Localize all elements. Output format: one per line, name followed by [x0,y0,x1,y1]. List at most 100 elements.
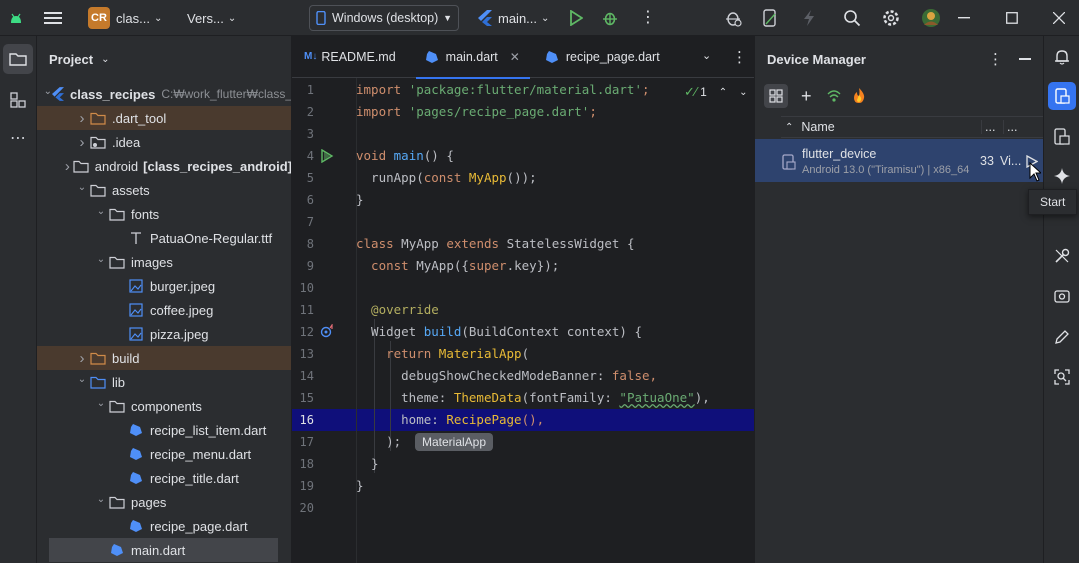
tree-item[interactable]: › android [class_recipes_android] [37,154,291,178]
pencil-icon[interactable] [1054,329,1070,348]
tree-item-label: coffee.jpeg [150,302,214,318]
sort-asc-icon[interactable]: ⌃ [785,122,793,133]
inspection-widget[interactable]: ✓⁄ 1 ⌃ ⌄ [684,84,748,100]
tab-recipe-page[interactable]: recipe_page.dart [536,36,670,78]
line-number: 8 [306,237,314,251]
run-icon[interactable] [569,0,587,36]
device-selector[interactable]: Windows (desktop) ▼ [309,5,459,31]
panel-options-icon[interactable]: ⋮ [988,50,1003,68]
chevron-down-icon[interactable]: ⌄ [739,87,747,98]
group-view-button[interactable] [764,84,788,108]
folder-icon [109,255,125,269]
run-config-selector[interactable]: main... ⌄ [478,0,553,36]
tree-item-label: burger.jpeg [150,278,216,294]
tree-item[interactable]: ⌄ fonts [37,202,291,226]
code-editor: M↓ README.md main.dart ✕ recipe_page.dar… [292,36,754,563]
tree-item[interactable]: › .dart_tool [37,106,291,130]
tab-list-chevron-icon[interactable]: ⌄ [702,49,711,62]
override-gutter-icon[interactable] [320,323,334,338]
vcs-widget[interactable]: Vers... ⌄ [187,0,247,36]
tree-item[interactable]: recipe_title.dart [37,466,291,490]
firebase-icon[interactable] [852,87,866,107]
tree-item[interactable]: recipe_page.dart [37,514,291,538]
minimize-panel-icon[interactable] [1019,58,1031,60]
tree-item[interactable]: ⌄ lib [37,370,291,394]
close-icon[interactable] [1053,0,1069,36]
tree-item[interactable]: ⌄ images [37,250,291,274]
tree-item[interactable]: ⌄ pages [37,490,291,514]
column-more[interactable]: ... [981,120,995,134]
search-icon[interactable] [843,0,863,36]
debug-icon[interactable] [602,0,622,36]
tab-more-icon[interactable]: ⋮ [732,48,747,66]
layout-inspector-icon[interactable] [1054,369,1070,388]
more-actions-icon[interactable]: ⋮ [640,0,656,36]
wrench-icon[interactable] [1054,248,1070,267]
line-number: 19 [299,479,314,493]
tree-item[interactable]: ⌄ class_recipes C:₩work_flutter₩class_ [37,82,291,106]
add-device-icon[interactable]: + [801,86,812,106]
editor-tabs: M↓ README.md main.dart ✕ recipe_page.dar… [292,36,754,79]
device-mirror-icon[interactable] [763,0,781,36]
gemini-icon[interactable] [1054,168,1070,187]
tab-readme[interactable]: M↓ README.md [292,36,406,78]
minimize-icon[interactable] [958,0,974,36]
chevron-down-icon[interactable]: ⌄ [93,206,109,217]
tree-item[interactable]: ⌄ components [37,394,291,418]
dart-file-icon [128,423,144,437]
editor-gutter: 1 2 3 4 5 6 7 8 9 10 11 12 13 14 15 16 17 18 19 20 [292,78,356,563]
close-tab-icon[interactable]: ✕ [510,50,520,64]
project-switcher[interactable]: CR clas... ⌄ [88,0,168,36]
column-name[interactable]: Name [801,120,834,134]
flutter-module-icon [52,87,65,101]
tree-item[interactable]: burger.jpeg [37,274,291,298]
mouse-cursor-icon [1029,162,1041,182]
tree-item[interactable]: › .idea [37,130,291,154]
project-tool-button[interactable] [3,44,33,74]
main-menu-icon[interactable] [44,0,66,36]
chevron-down-icon[interactable]: ⌄ [74,374,90,385]
chevron-down-icon[interactable]: ⌄ [93,254,109,265]
lightning-icon[interactable] [803,0,821,36]
chevron-up-icon[interactable]: ⌃ [719,87,727,98]
more-tools-icon[interactable]: ⋯ [6,126,30,150]
avatar-icon[interactable] [921,0,943,36]
chevron-down-icon[interactable]: ⌄ [93,494,109,505]
column-more[interactable]: ... [1003,120,1017,134]
chevron-down-icon[interactable]: ⌄ [74,182,90,193]
chevron-down-icon[interactable]: ⌄ [93,398,109,409]
tree-item[interactable]: main.dart [49,538,278,562]
chevron-right-icon[interactable]: › [74,110,90,127]
device-explorer-icon[interactable] [1054,128,1070,149]
tree-item[interactable]: PatuaOne-Regular.ttf [37,226,291,250]
project-panel-header[interactable]: Project ⌄ [37,36,291,82]
run-gutter-icon[interactable] [320,148,334,165]
wifi-pair-icon[interactable] [826,88,842,107]
tree-item[interactable]: recipe_list_item.dart [37,418,291,442]
code-area[interactable]: import 'package:flutter/material.dart'; … [356,78,754,563]
tab-main-dart[interactable]: main.dart ✕ [415,36,531,79]
notifications-icon[interactable] [1053,48,1071,69]
chevron-right-icon[interactable]: › [62,158,73,175]
checkmark-icon: ✓⁄ [684,84,698,99]
app-inspection-icon[interactable] [1054,288,1070,307]
tree-item[interactable]: coffee.jpeg [37,298,291,322]
device-row[interactable]: flutter_device Android 13.0 ("Tiramisu")… [755,139,1043,182]
maximize-icon[interactable] [1006,0,1022,36]
tree-item[interactable]: ⌄ assets [37,178,291,202]
chevron-down-icon[interactable]: ⌄ [44,86,52,97]
chevron-right-icon[interactable]: › [74,134,90,151]
line-number: 6 [306,193,314,207]
image-file-icon [128,327,144,341]
device-manager-tool-button[interactable] [1048,82,1076,110]
chevron-right-icon[interactable]: › [74,350,90,367]
tree-item-label: assets [112,182,150,198]
bug-settings-icon[interactable] [724,0,744,36]
tree-item[interactable]: pizza.jpeg [37,322,291,346]
structure-tool-button[interactable] [6,88,30,112]
tree-item[interactable]: recipe_menu.dart [37,442,291,466]
android-icon [8,0,28,36]
tree-item-label: android [94,158,139,174]
gear-icon[interactable] [882,0,902,36]
tree-item[interactable]: › build [37,346,291,370]
